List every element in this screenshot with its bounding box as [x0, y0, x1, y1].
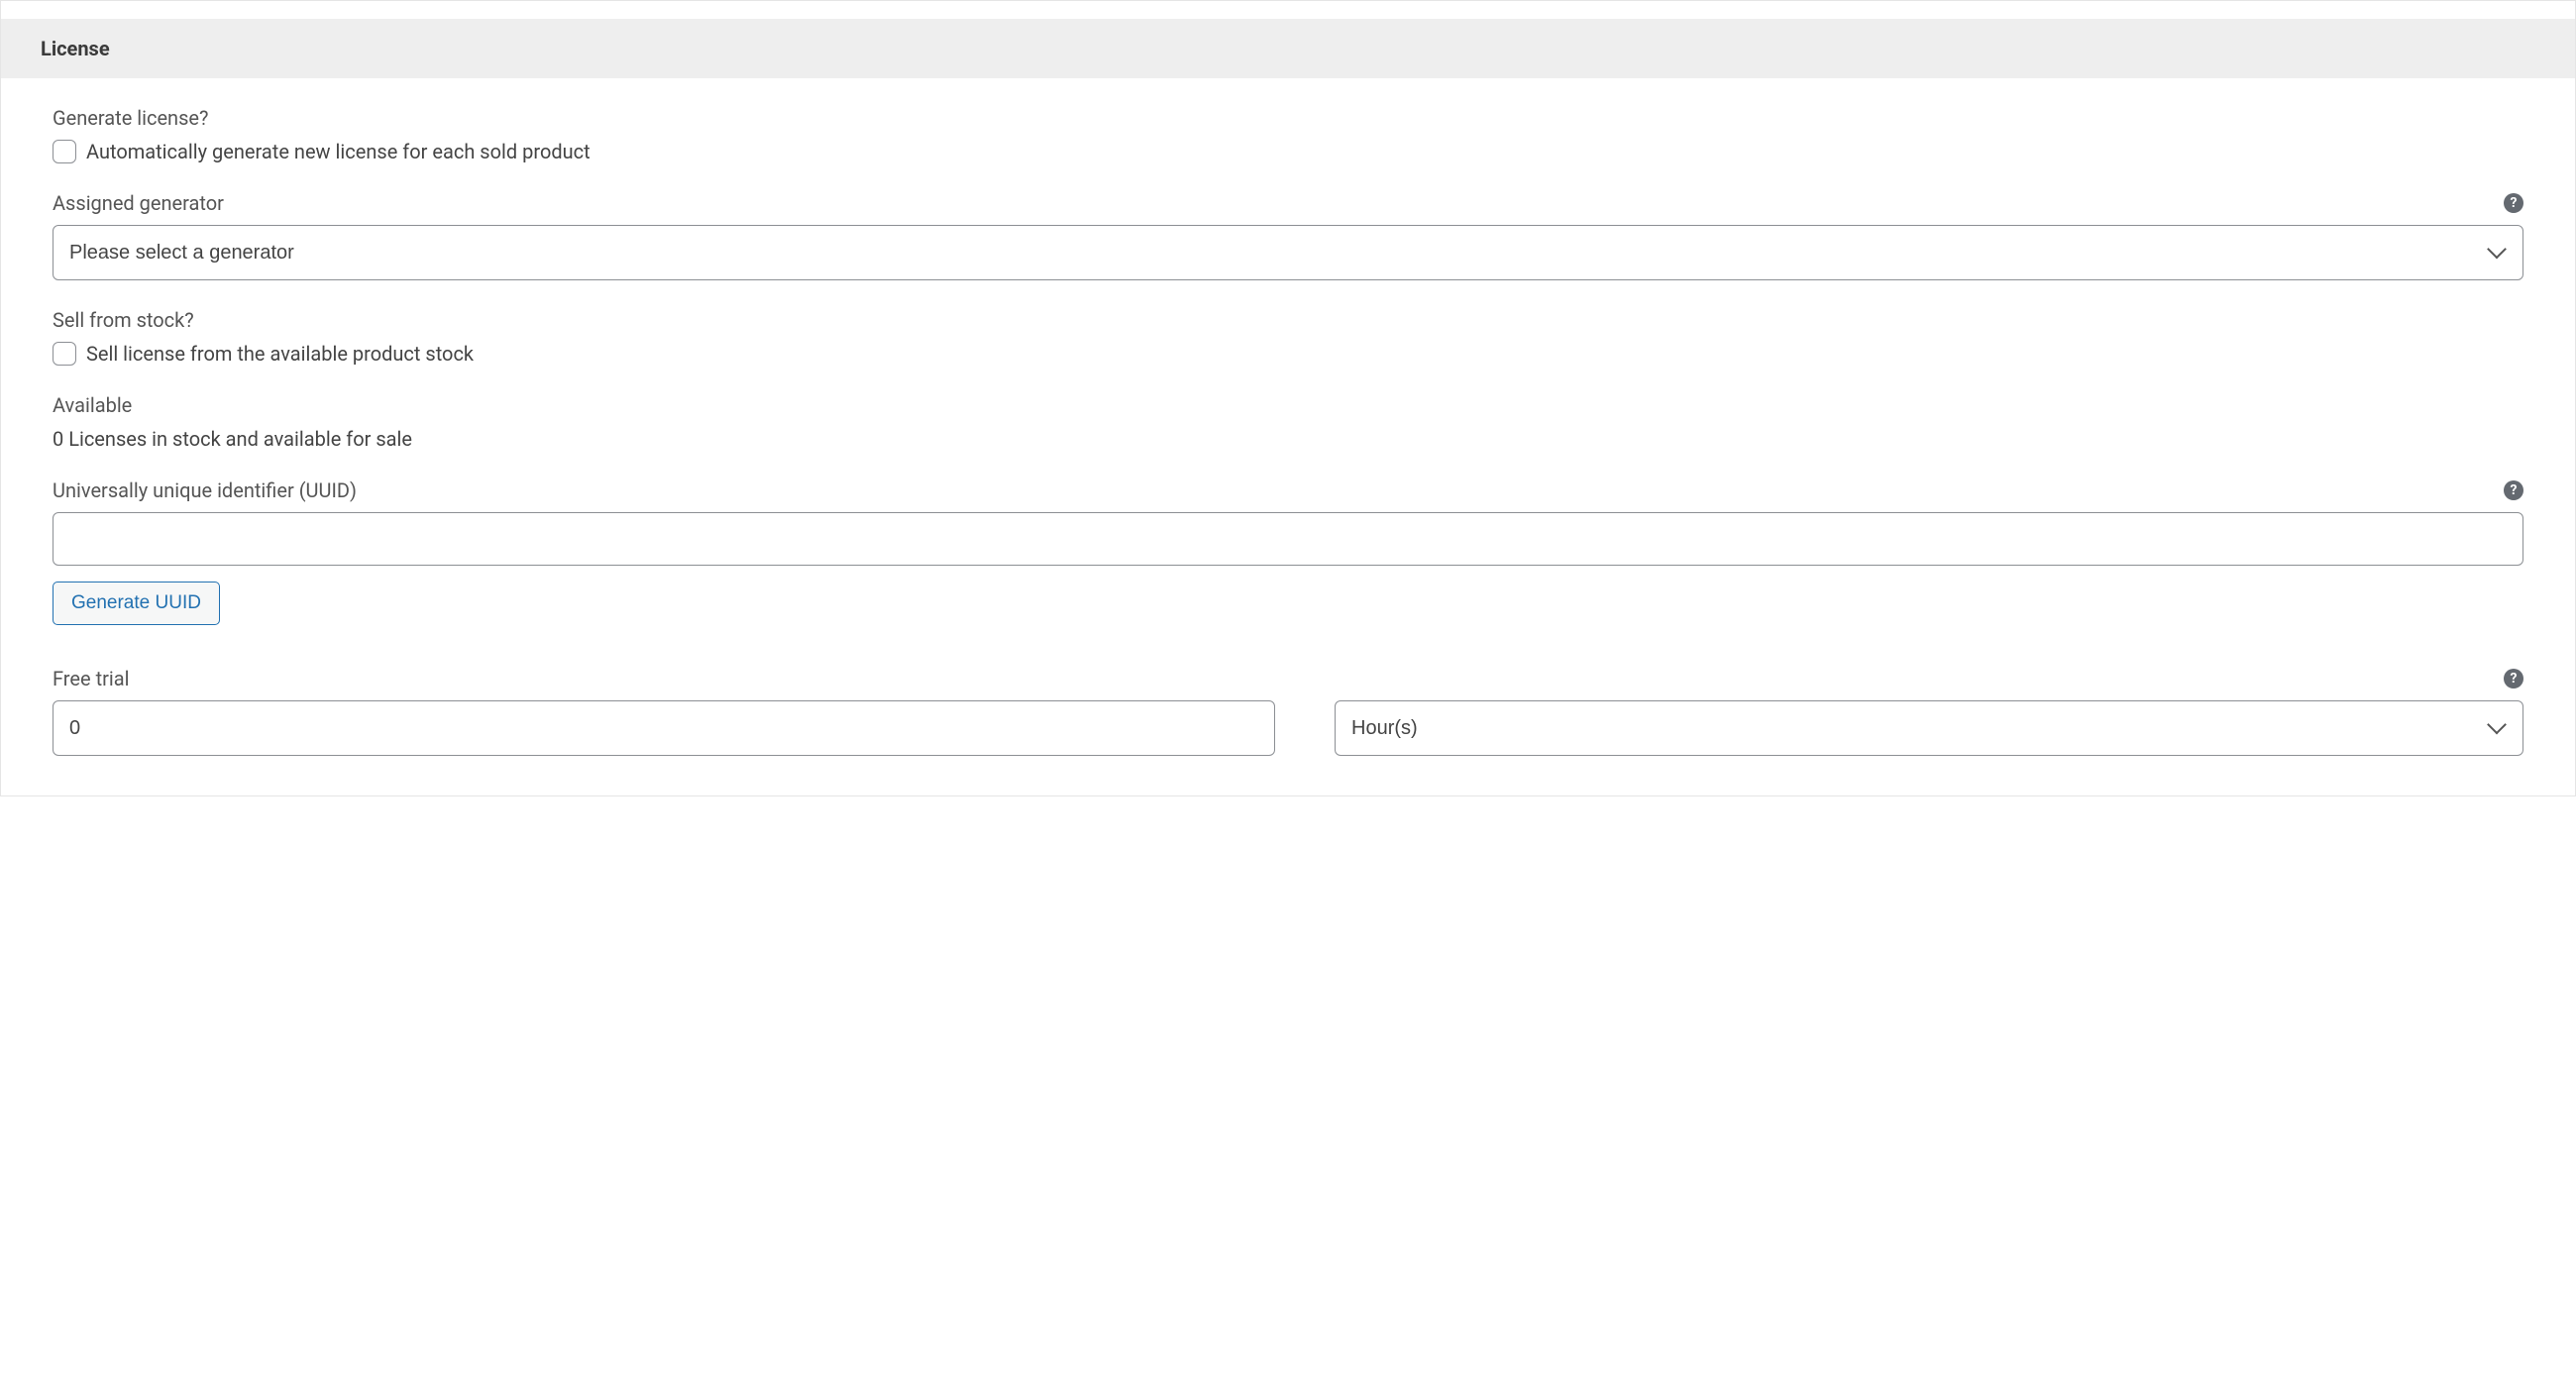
sell-from-stock-label: Sell from stock?	[53, 308, 2523, 332]
assigned-generator-select-wrap: Please select a generator	[53, 225, 2523, 280]
available-row: Available 0 Licenses in stock and availa…	[53, 393, 2523, 451]
free-trial-unit-select-wrap: Hour(s)	[1335, 700, 2523, 756]
generate-uuid-button[interactable]: Generate UUID	[53, 582, 220, 625]
free-trial-value-input[interactable]	[53, 700, 1275, 756]
panel-title: License	[41, 37, 2535, 60]
sell-from-stock-checkbox-label: Sell license from the available product …	[86, 342, 474, 366]
free-trial-row: Free trial ? Hour(s)	[53, 667, 2523, 756]
generate-license-label: Generate license?	[53, 106, 2523, 130]
sell-from-stock-row: Sell from stock? Sell license from the a…	[53, 308, 2523, 366]
generate-license-checkbox-label: Automatically generate new license for e…	[86, 140, 590, 163]
available-text: 0 Licenses in stock and available for sa…	[53, 427, 2523, 451]
license-panel-header: License	[1, 19, 2575, 78]
help-icon[interactable]: ?	[2504, 193, 2523, 213]
sell-from-stock-checkbox-wrap[interactable]: Sell license from the available product …	[53, 342, 2523, 366]
assigned-generator-select[interactable]: Please select a generator	[53, 225, 2523, 280]
uuid-input[interactable]	[53, 512, 2523, 566]
assigned-generator-label: Assigned generator	[53, 191, 224, 215]
generate-license-checkbox-wrap[interactable]: Automatically generate new license for e…	[53, 140, 2523, 163]
generate-license-row: Generate license? Automatically generate…	[53, 106, 2523, 163]
license-panel-body: Generate license? Automatically generate…	[13, 78, 2563, 766]
free-trial-unit-select[interactable]: Hour(s)	[1335, 700, 2523, 756]
sell-from-stock-checkbox[interactable]	[53, 342, 76, 366]
uuid-row: Universally unique identifier (UUID) ?	[53, 478, 2523, 566]
assigned-generator-row: Assigned generator ? Please select a gen…	[53, 191, 2523, 280]
help-icon[interactable]: ?	[2504, 480, 2523, 500]
free-trial-label: Free trial	[53, 667, 130, 690]
help-icon[interactable]: ?	[2504, 669, 2523, 688]
generate-license-checkbox[interactable]	[53, 140, 76, 163]
uuid-label: Universally unique identifier (UUID)	[53, 478, 357, 502]
available-label: Available	[53, 393, 2523, 417]
generate-uuid-row: Generate UUID	[53, 582, 2523, 625]
